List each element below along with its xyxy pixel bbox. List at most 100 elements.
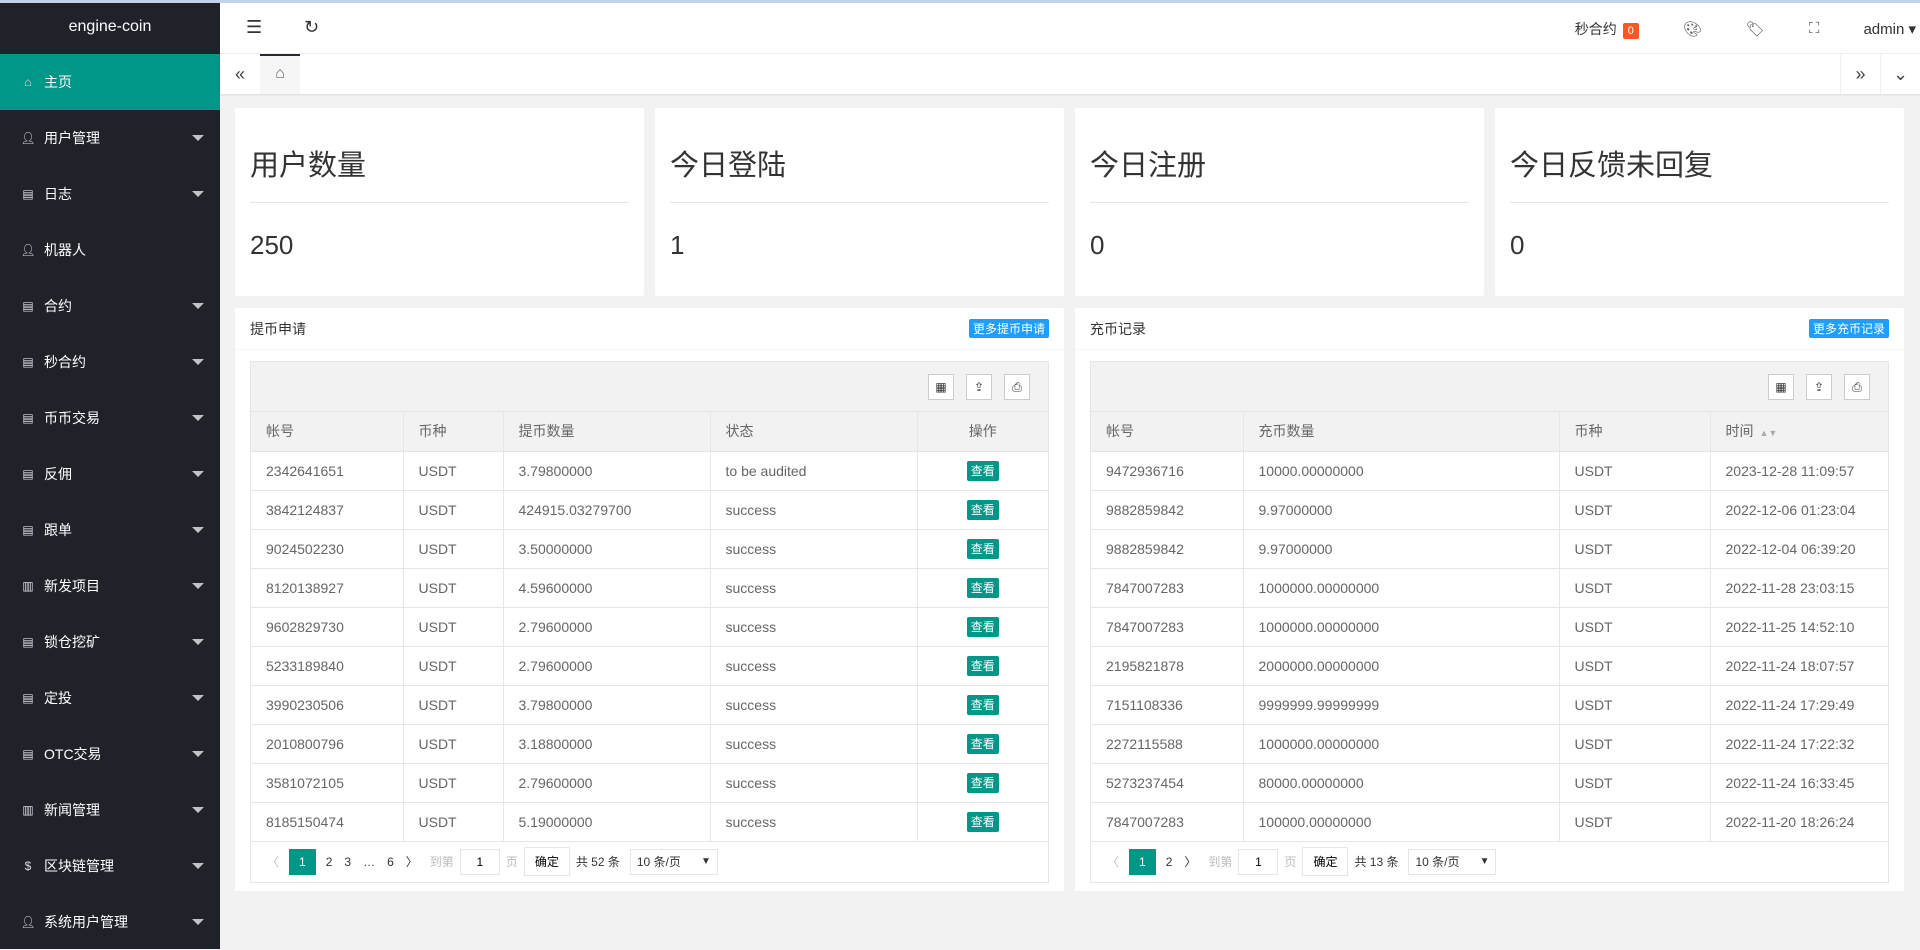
columns-filter-icon[interactable]: ▦ — [1768, 374, 1794, 400]
list-icon: ▥ — [22, 579, 34, 593]
view-button[interactable]: 查看 — [966, 734, 999, 754]
tab-home[interactable]: ⌂ — [260, 54, 300, 94]
table-cell: 9.97000000 — [1243, 529, 1560, 569]
caret-down-icon — [192, 583, 204, 589]
view-button[interactable]: 查看 — [966, 578, 999, 598]
user-menu[interactable]: admin ▾ — [1863, 20, 1916, 38]
more-withdraw-button[interactable]: 更多提币申请 — [968, 319, 1049, 338]
more-recharge-button[interactable]: 更多充币记录 — [1808, 319, 1889, 338]
sidebar-item[interactable]: ▥ 新闻管理 — [0, 782, 220, 838]
view-button[interactable]: 查看 — [966, 617, 999, 637]
page-button[interactable]: 6 — [387, 855, 394, 869]
sidebar-item[interactable]: ▤ OTC交易 — [0, 726, 220, 782]
column-header[interactable]: 操作 — [917, 412, 1048, 452]
sidebar-item[interactable]: ▤ 日志 — [0, 166, 220, 222]
column-header[interactable]: 币种 — [1559, 412, 1711, 452]
column-header[interactable]: 充币数量 — [1243, 412, 1560, 452]
view-button[interactable]: 查看 — [966, 500, 999, 520]
tabs-menu-chevron-down-icon[interactable]: ⌄ — [1880, 54, 1920, 94]
theme-palette-icon[interactable]: 🎨︎ — [1683, 20, 1702, 38]
column-header[interactable]: 帐号 — [251, 412, 404, 452]
action-cell: 查看 — [917, 607, 1048, 647]
file-icon: ▤ — [22, 299, 34, 313]
sort-icon[interactable]: ▲▼ — [1760, 428, 1778, 438]
page-size-select[interactable]: 10 条/页 ▼ — [1408, 848, 1497, 875]
confirm-page-button[interactable]: 确定 — [523, 847, 570, 876]
column-header[interactable]: 提币数量 — [503, 412, 711, 452]
column-header[interactable]: 状态 — [710, 412, 918, 452]
table-cell: USDT — [403, 607, 504, 647]
action-cell: 查看 — [917, 685, 1048, 725]
sidebar-item[interactable]: ▤ 秒合约 — [0, 334, 220, 390]
view-button[interactable]: 查看 — [966, 695, 999, 715]
table-row: 9024502230 USDT 3.50000000 success 查看 — [251, 529, 1048, 569]
sidebar-item[interactable]: ▤ 合约 — [0, 278, 220, 334]
action-cell: 查看 — [917, 646, 1048, 686]
chevron-down-icon: ▼ — [700, 856, 711, 867]
tag-icon[interactable]: 🏷︎ — [1746, 20, 1765, 38]
page-button[interactable]: 1 — [289, 848, 316, 875]
next-page-icon[interactable]: 〉 — [406, 853, 418, 870]
table-cell: success — [710, 568, 918, 608]
file-icon: ▤ — [22, 691, 34, 705]
export-icon[interactable]: ⇪ — [966, 374, 992, 400]
page-button[interactable]: 2 — [326, 855, 333, 869]
sidebar-item[interactable]: 👤︎ 用户管理 — [0, 110, 220, 166]
sidebar-nav: ⌂ 主页 👤︎ 用户管理 ▤ 日志 👤︎ 机器人 ▤ 合约 ▤ 秒合约 ▤ 币币交易 ▤ 反佣 ▤ 跟单 ▥ 新发项目… — [0, 54, 220, 950]
sidebar-item[interactable]: ▤ 币币交易 — [0, 390, 220, 446]
sidebar-item[interactable]: 👤︎ 机器人 — [0, 222, 220, 278]
user-icon: 👤︎ — [20, 243, 36, 257]
prev-page-icon[interactable]: 〈 — [1107, 853, 1119, 870]
sidebar-item[interactable]: ▤ 定投 — [0, 670, 220, 726]
view-button[interactable]: 查看 — [966, 656, 999, 676]
column-header[interactable]: 时间 ▲▼ — [1710, 412, 1888, 452]
page-button[interactable]: 3 — [344, 855, 351, 869]
tabs-scroll-right-icon[interactable]: » — [1840, 54, 1880, 94]
table-cell: 2000000.00000000 — [1243, 646, 1560, 686]
print-icon[interactable]: ⎙ — [1844, 374, 1870, 400]
refresh-icon[interactable]: ↻ — [304, 17, 319, 38]
sidebar-item-label: 币币交易 — [44, 410, 100, 426]
tabs-scroll-left-icon[interactable]: « — [220, 54, 260, 94]
table-row: 2342641651 USDT 3.79800000 to be audited 查看 — [251, 451, 1048, 491]
table-cell: to be audited — [710, 451, 918, 491]
fullscreen-icon[interactable]: ⛶ — [1809, 20, 1820, 37]
view-button[interactable]: 查看 — [966, 773, 999, 793]
user-icon: 👤︎ — [20, 131, 36, 145]
view-button[interactable]: 查看 — [966, 539, 999, 559]
sidebar-item[interactable]: ▤ 反佣 — [0, 446, 220, 502]
sidebar-item[interactable]: 👤︎ 系统用户管理 — [0, 894, 220, 950]
sidebar-item[interactable]: ⌂ 主页 — [0, 54, 220, 110]
table-row: 8185150474 USDT 5.19000000 success 查看 — [251, 802, 1048, 842]
sidebar-item[interactable]: ▥ 新发项目 — [0, 558, 220, 614]
column-header[interactable]: 币种 — [403, 412, 504, 452]
table-cell: USDT — [403, 685, 504, 725]
menu-collapse-icon[interactable]: ☰ — [246, 17, 262, 38]
sidebar-item[interactable]: ▤ 锁仓挖矿 — [0, 614, 220, 670]
next-page-icon[interactable]: 〉 — [1184, 853, 1196, 870]
view-button[interactable]: 查看 — [966, 461, 999, 481]
page-input[interactable] — [1238, 848, 1279, 875]
print-icon[interactable]: ⎙ — [1004, 374, 1030, 400]
columns-filter-icon[interactable]: ▦ — [928, 374, 954, 400]
column-header[interactable]: 帐号 — [1091, 412, 1244, 452]
confirm-page-button[interactable]: 确定 — [1302, 847, 1349, 876]
page-size-select[interactable]: 10 条/页 ▼ — [629, 848, 718, 875]
page-button[interactable]: 1 — [1129, 848, 1156, 875]
table-cell: 2022-11-25 14:52:10 — [1710, 607, 1888, 647]
sidebar-item-label: 区块链管理 — [44, 858, 114, 874]
stat-card: 今日反馈未回复 0 — [1495, 108, 1904, 296]
sidebar-item[interactable]: ▤ 跟单 — [0, 502, 220, 558]
page-input[interactable] — [459, 848, 500, 875]
column-header-label: 操作 — [968, 423, 997, 440]
table-cell: 3.79800000 — [503, 685, 711, 725]
export-icon[interactable]: ⇪ — [1806, 374, 1832, 400]
page-button[interactable]: 2 — [1166, 855, 1173, 869]
view-button[interactable]: 查看 — [966, 812, 999, 832]
sidebar-item[interactable]: $ 区块链管理 — [0, 838, 220, 894]
prev-page-icon[interactable]: 〈 — [267, 853, 279, 870]
table-cell: 1000000.00000000 — [1243, 568, 1560, 608]
second-contract-notice[interactable]: 秒合约 0 — [1575, 19, 1639, 39]
table-cell: 2022-12-04 06:39:20 — [1710, 529, 1888, 569]
stat-title: 用户数量 — [250, 150, 367, 182]
